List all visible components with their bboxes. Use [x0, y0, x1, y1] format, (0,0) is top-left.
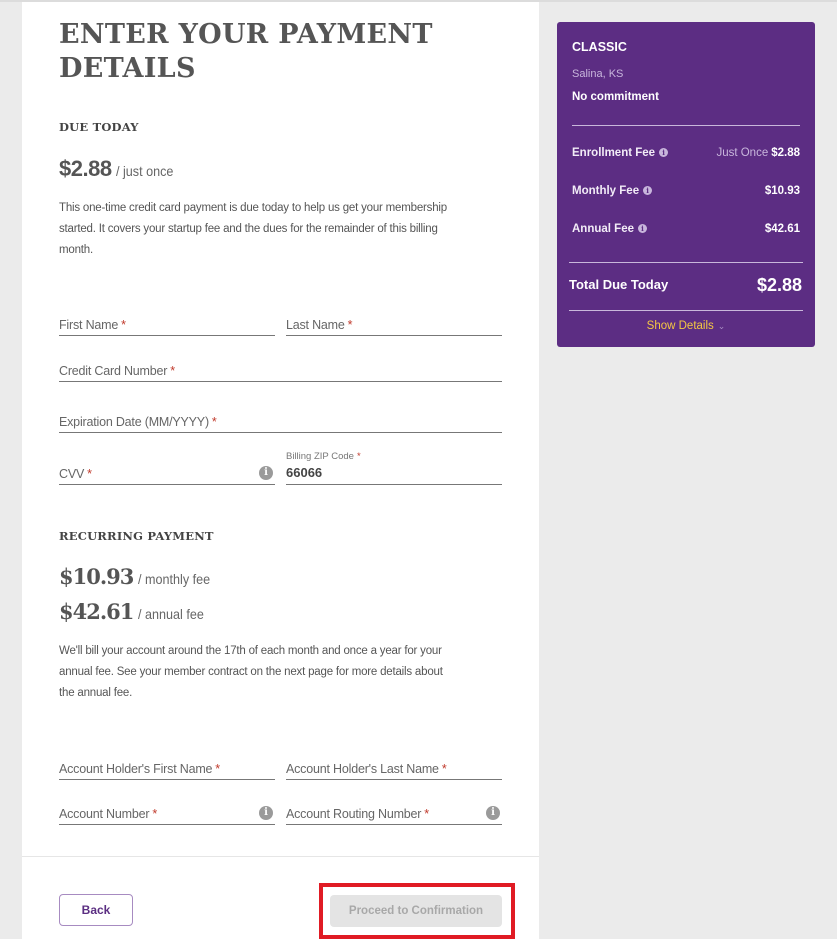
- enrollment-fee-value: $2.88: [771, 147, 800, 159]
- account-number-field[interactable]: Account Number * i: [59, 799, 275, 825]
- back-button[interactable]: Back: [59, 894, 133, 926]
- card-divider: [572, 125, 800, 126]
- info-icon[interactable]: i: [259, 466, 273, 480]
- show-details-label: Show Details: [646, 320, 714, 332]
- account-holder-last-name-field[interactable]: Account Holder's Last Name *: [286, 754, 502, 780]
- total-due-value: $2.88: [756, 275, 802, 295]
- enrollment-fee-label: Enrollment Fee: [572, 147, 656, 159]
- expiration-date-field[interactable]: Expiration Date (MM/YYYY) *: [59, 407, 502, 433]
- first-name-field[interactable]: First Name *: [59, 310, 275, 336]
- holder-last-label: Account Holder's Last Name: [286, 762, 439, 776]
- footer-divider: [22, 856, 539, 857]
- chevron-down-icon: ⌄: [717, 321, 726, 331]
- monthly-fee-label: Monthly Fee: [572, 185, 640, 197]
- monthly-amount: $10.93: [59, 564, 134, 589]
- annual-fee-label: Annual Fee: [572, 223, 634, 235]
- required-marker: *: [424, 807, 429, 821]
- enrollment-fee-prefix: Just Once: [716, 147, 769, 159]
- info-icon[interactable]: i: [259, 806, 273, 820]
- info-icon[interactable]: i: [486, 806, 500, 820]
- required-marker: *: [215, 762, 220, 776]
- account-number-label: Account Number: [59, 807, 150, 821]
- monthly-suffix: / monthly fee: [137, 571, 210, 587]
- card-divider: [569, 310, 803, 311]
- page-title: ENTER YOUR PAYMENT DETAILS: [59, 19, 433, 84]
- recurring-description: We'll bill your account around the 17th …: [59, 645, 443, 699]
- required-marker: *: [211, 415, 217, 429]
- required-marker: *: [441, 762, 447, 776]
- total-due-label: Total Due Today: [569, 277, 669, 292]
- billing-zip-value[interactable]: 66066: [286, 465, 322, 480]
- monthly-fee-price: $10.93 / monthly fee: [59, 564, 218, 589]
- due-today-suffix: / just once: [116, 163, 174, 179]
- annual-amount: $42.61: [59, 599, 134, 624]
- cvv-label: CVV: [59, 467, 85, 481]
- due-today-heading: DUE TODAY: [59, 120, 139, 134]
- card-divider: [569, 262, 803, 263]
- expiration-label: Expiration Date (MM/YYYY): [59, 415, 209, 429]
- required-marker: *: [87, 467, 92, 481]
- cvv-field[interactable]: CVV * i: [59, 459, 275, 485]
- annual-fee-price: $42.61 / annual fee: [59, 599, 211, 624]
- billing-zip-label: Billing ZIP Code: [286, 451, 354, 462]
- due-today-amount: $2.88: [59, 156, 112, 181]
- monthly-fee-value: $10.93: [764, 185, 800, 197]
- plan-location: Salina, KS: [572, 68, 624, 80]
- info-icon[interactable]: i: [659, 148, 669, 157]
- holder-first-label: Account Holder's First Name: [59, 762, 213, 776]
- required-marker: *: [170, 364, 175, 378]
- account-holder-first-name-field[interactable]: Account Holder's First Name *: [59, 754, 275, 780]
- required-marker: *: [347, 318, 353, 332]
- annual-fee-value: $42.61: [764, 223, 800, 235]
- last-name-field[interactable]: Last Name *: [286, 310, 502, 336]
- info-icon[interactable]: i: [643, 186, 653, 195]
- proceed-to-confirmation-button[interactable]: Proceed to Confirmation: [330, 895, 502, 927]
- recurring-payment-heading: RECURRING PAYMENT: [59, 529, 214, 543]
- due-today-description: This one-time credit card payment is due…: [59, 202, 447, 256]
- required-marker: *: [356, 451, 361, 462]
- info-icon[interactable]: i: [637, 224, 647, 233]
- last-name-label: Last Name: [286, 318, 345, 332]
- plan-name: CLASSIC: [572, 40, 627, 54]
- account-routing-number-field[interactable]: Account Routing Number * i: [286, 799, 502, 825]
- plan-commitment: No commitment: [572, 91, 659, 103]
- credit-card-number-field[interactable]: Credit Card Number *: [59, 356, 502, 382]
- billing-zip-field[interactable]: Billing ZIP Code * 66066: [286, 451, 502, 485]
- card-number-label: Credit Card Number: [59, 364, 168, 378]
- required-marker: *: [121, 318, 126, 332]
- required-marker: *: [152, 807, 157, 821]
- annual-suffix: / annual fee: [137, 606, 204, 622]
- first-name-label: First Name: [59, 318, 119, 332]
- membership-summary-card: CLASSIC Salina, KS No commitment Enrollm…: [557, 22, 815, 347]
- routing-number-label: Account Routing Number: [286, 807, 422, 821]
- payment-form-panel: ENTER YOUR PAYMENT DETAILS DUE TODAY $2.…: [22, 2, 539, 939]
- show-details-link[interactable]: Show Details ⌄: [557, 320, 815, 332]
- due-today-price: $2.88 / just once: [59, 156, 180, 182]
